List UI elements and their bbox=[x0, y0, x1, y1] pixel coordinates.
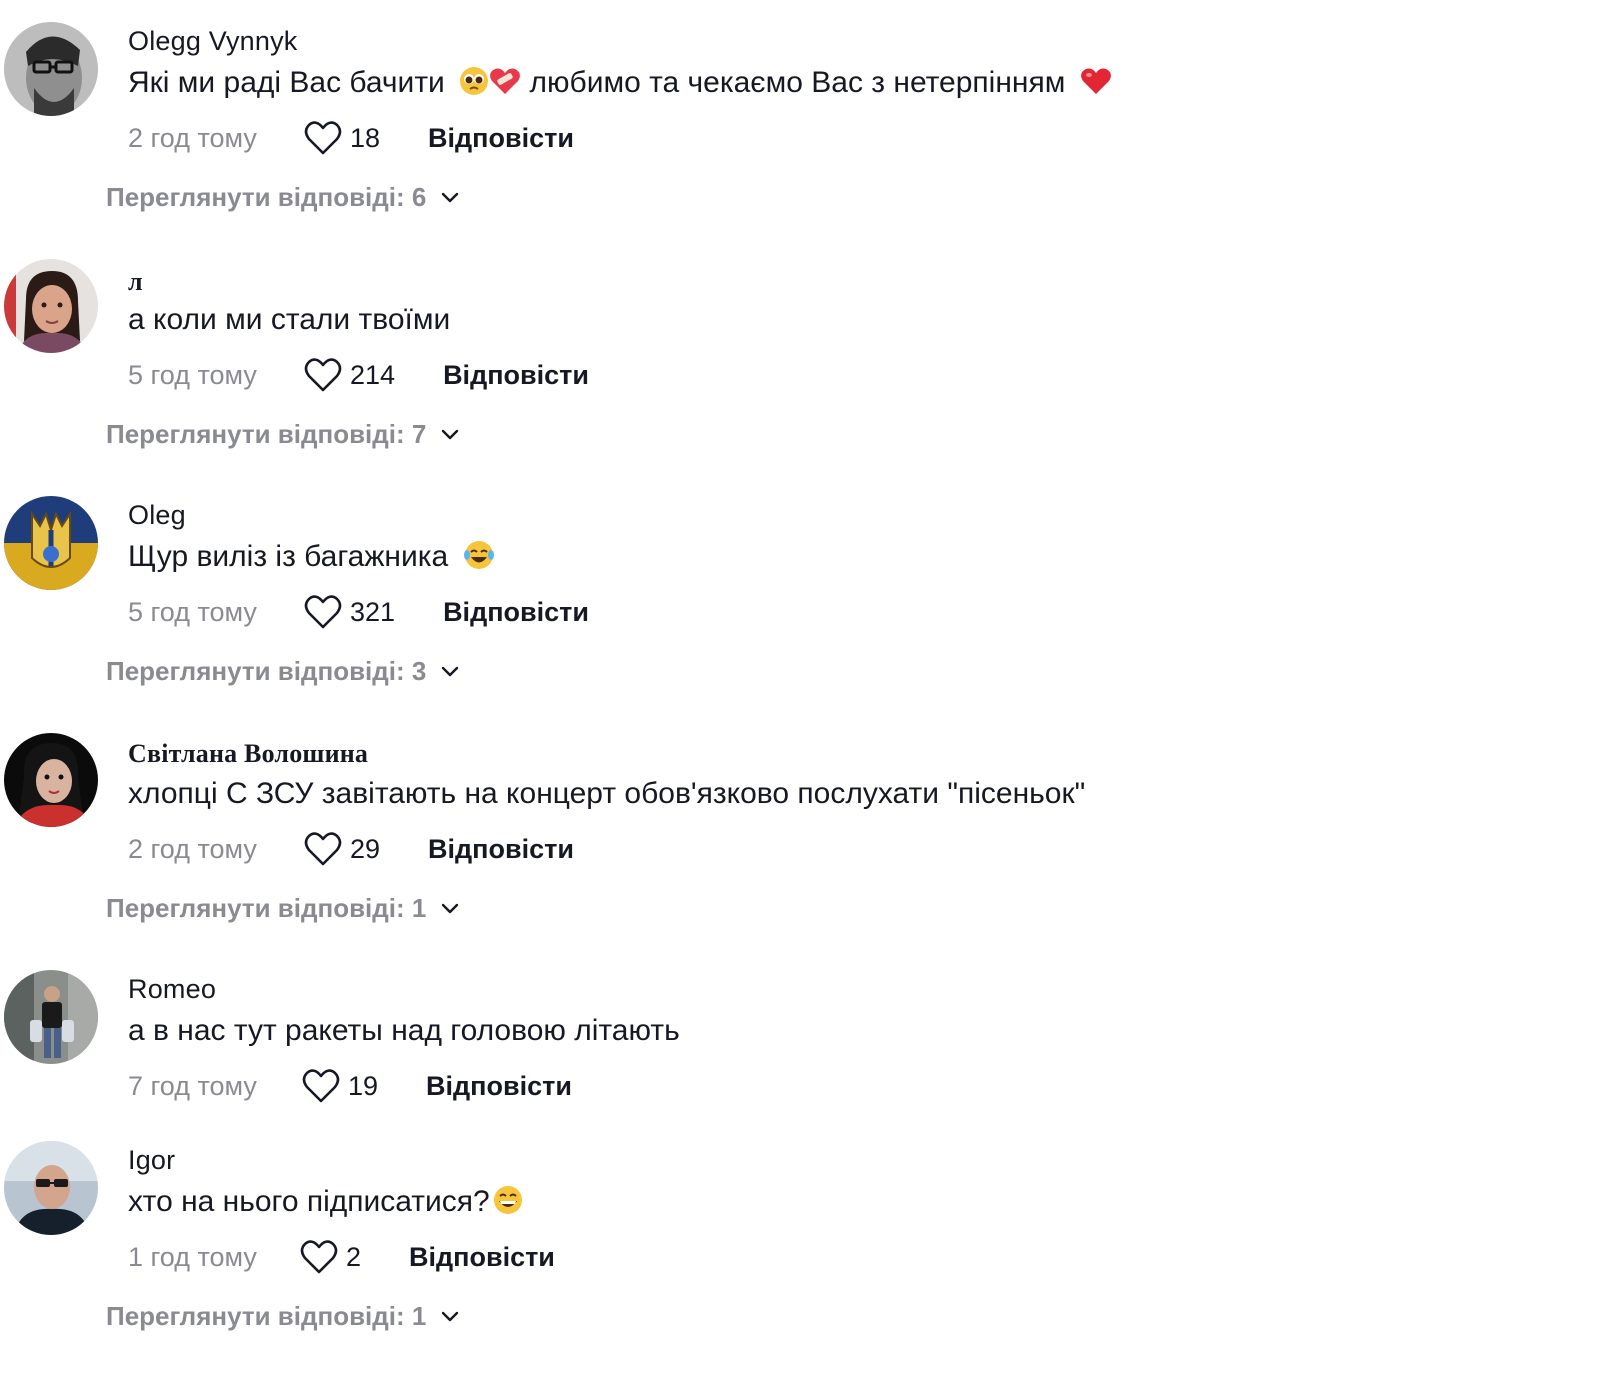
grinning-face-emoji bbox=[492, 1185, 524, 1223]
timestamp: 7 год тому bbox=[128, 1070, 257, 1101]
heart-outline-icon bbox=[304, 595, 342, 629]
view-replies-button[interactable]: Переглянути відповіді: 6 bbox=[106, 182, 460, 213]
username[interactable]: Olegg Vynnyk bbox=[128, 26, 298, 57]
view-replies-button[interactable]: Переглянути відповіді: 1 bbox=[106, 1301, 460, 1332]
username[interactable]: л bbox=[128, 267, 143, 297]
reply-button[interactable]: Відповісти bbox=[409, 1242, 555, 1273]
comment-text-part: любимо та чекаємо Вас з нетерпінням bbox=[529, 66, 1066, 99]
view-replies-label: Переглянути відповіді: 6 bbox=[106, 182, 427, 212]
like-count: 2 bbox=[346, 1241, 362, 1272]
heart-outline-icon bbox=[304, 832, 342, 866]
mending-heart-emoji bbox=[489, 66, 521, 104]
tears-of-joy-emoji bbox=[463, 540, 495, 578]
avatar[interactable] bbox=[4, 259, 98, 353]
comment-meta: 7 год тому 19 Відповісти bbox=[128, 1066, 572, 1106]
comment-text: а в нас тут ракеты над головою літають bbox=[128, 1014, 680, 1047]
like-button[interactable]: 19 bbox=[302, 1068, 378, 1104]
like-button[interactable]: 214 bbox=[304, 357, 395, 393]
view-replies-label: Переглянути відповіді: 7 bbox=[106, 419, 427, 449]
view-replies-label: Переглянути відповіді: 3 bbox=[106, 656, 427, 686]
heart-outline-icon bbox=[302, 1069, 340, 1103]
comment-text-part: Які ми раді Вас бачити bbox=[128, 66, 445, 99]
view-replies-button[interactable]: Переглянути відповіді: 7 bbox=[106, 419, 460, 450]
comment-meta: 2 год тому 18 Відповісти bbox=[128, 118, 574, 158]
like-count: 29 bbox=[350, 833, 381, 864]
comment-text: а коли ми стали твоїми bbox=[128, 303, 451, 336]
comment-text-part: хто на нього підписатися? bbox=[128, 1185, 490, 1218]
timestamp: 5 год тому bbox=[128, 359, 257, 390]
reply-button[interactable]: Відповісти bbox=[428, 123, 574, 154]
reply-button[interactable]: Відповісти bbox=[426, 1071, 572, 1102]
chevron-down-icon bbox=[442, 1311, 459, 1321]
pleading-face-emoji bbox=[459, 66, 489, 104]
like-button[interactable]: 18 bbox=[304, 120, 380, 156]
like-count: 321 bbox=[350, 596, 396, 627]
comment-meta: 2 год тому 29 Відповісти bbox=[128, 829, 574, 869]
avatar[interactable] bbox=[4, 970, 98, 1064]
heart-outline-icon bbox=[300, 1240, 338, 1274]
view-replies-button[interactable]: Переглянути відповіді: 3 bbox=[106, 656, 460, 687]
reply-button[interactable]: Відповісти bbox=[443, 360, 589, 391]
avatar[interactable] bbox=[4, 1141, 98, 1235]
view-replies-button[interactable]: Переглянути відповіді: 1 bbox=[106, 893, 460, 924]
reply-button[interactable]: Відповісти bbox=[443, 597, 589, 628]
like-button[interactable]: 321 bbox=[304, 594, 395, 630]
comment-meta: 5 год тому 214 Відповісти bbox=[128, 355, 589, 395]
like-count: 214 bbox=[350, 359, 396, 390]
view-replies-label: Переглянути відповіді: 1 bbox=[106, 893, 427, 923]
avatar[interactable] bbox=[4, 22, 98, 116]
timestamp: 1 год тому bbox=[128, 1241, 257, 1272]
comment-text-part: Щур виліз із багажника bbox=[128, 540, 449, 573]
comment-meta: 5 год тому 321 Відповісти bbox=[128, 592, 589, 632]
comment-meta: 1 год тому 2 Відповісти bbox=[128, 1237, 555, 1277]
avatar[interactable] bbox=[4, 733, 98, 827]
comment-text: Які ми раді Вас бачити любимо та чекаємо… bbox=[128, 66, 1112, 104]
timestamp: 5 год тому bbox=[128, 596, 257, 627]
like-button[interactable]: 29 bbox=[304, 831, 380, 867]
avatar[interactable] bbox=[4, 496, 98, 590]
like-count: 18 bbox=[350, 122, 381, 153]
chevron-down-icon bbox=[442, 666, 459, 676]
heart-outline-icon bbox=[304, 358, 342, 392]
username[interactable]: Oleg bbox=[128, 500, 186, 531]
comment-text: Щур виліз із багажника bbox=[128, 540, 495, 578]
username[interactable]: Romeo bbox=[128, 974, 216, 1005]
like-count: 19 bbox=[348, 1070, 379, 1101]
chevron-down-icon bbox=[442, 903, 459, 913]
comment-text: хто на нього підписатися? bbox=[128, 1185, 524, 1223]
chevron-down-icon bbox=[442, 429, 459, 439]
comment-text: хлопці С ЗСУ завітають на концерт обов'я… bbox=[128, 777, 1086, 810]
like-button[interactable]: 2 bbox=[300, 1239, 361, 1275]
reply-button[interactable]: Відповісти bbox=[428, 834, 574, 865]
view-replies-label: Переглянути відповіді: 1 bbox=[106, 1301, 427, 1331]
chevron-down-icon bbox=[442, 192, 459, 202]
timestamp: 2 год тому bbox=[128, 833, 257, 864]
red-heart-emoji bbox=[1080, 66, 1112, 104]
username[interactable]: Світлана Волошина bbox=[128, 739, 368, 769]
heart-outline-icon bbox=[304, 121, 342, 155]
timestamp: 2 год тому bbox=[128, 122, 257, 153]
username[interactable]: Igor bbox=[128, 1145, 175, 1176]
